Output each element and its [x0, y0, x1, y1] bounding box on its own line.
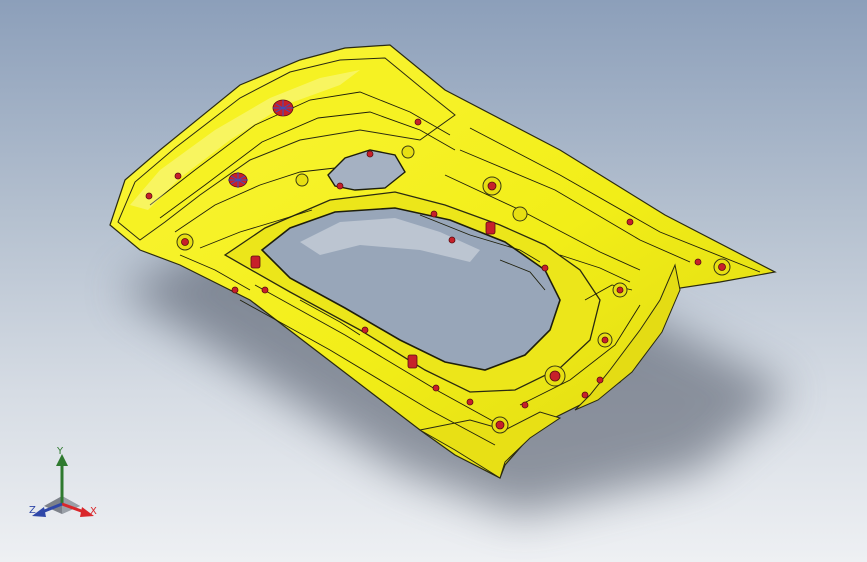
graphics-viewport[interactable]: [0, 0, 867, 562]
y-axis-label: Y: [57, 446, 64, 457]
model-render: [109, 44, 790, 515]
coordinate-triad[interactable]: Y X Z: [22, 446, 104, 528]
z-axis-label: Z: [29, 505, 36, 516]
x-axis-label: X: [90, 506, 97, 517]
